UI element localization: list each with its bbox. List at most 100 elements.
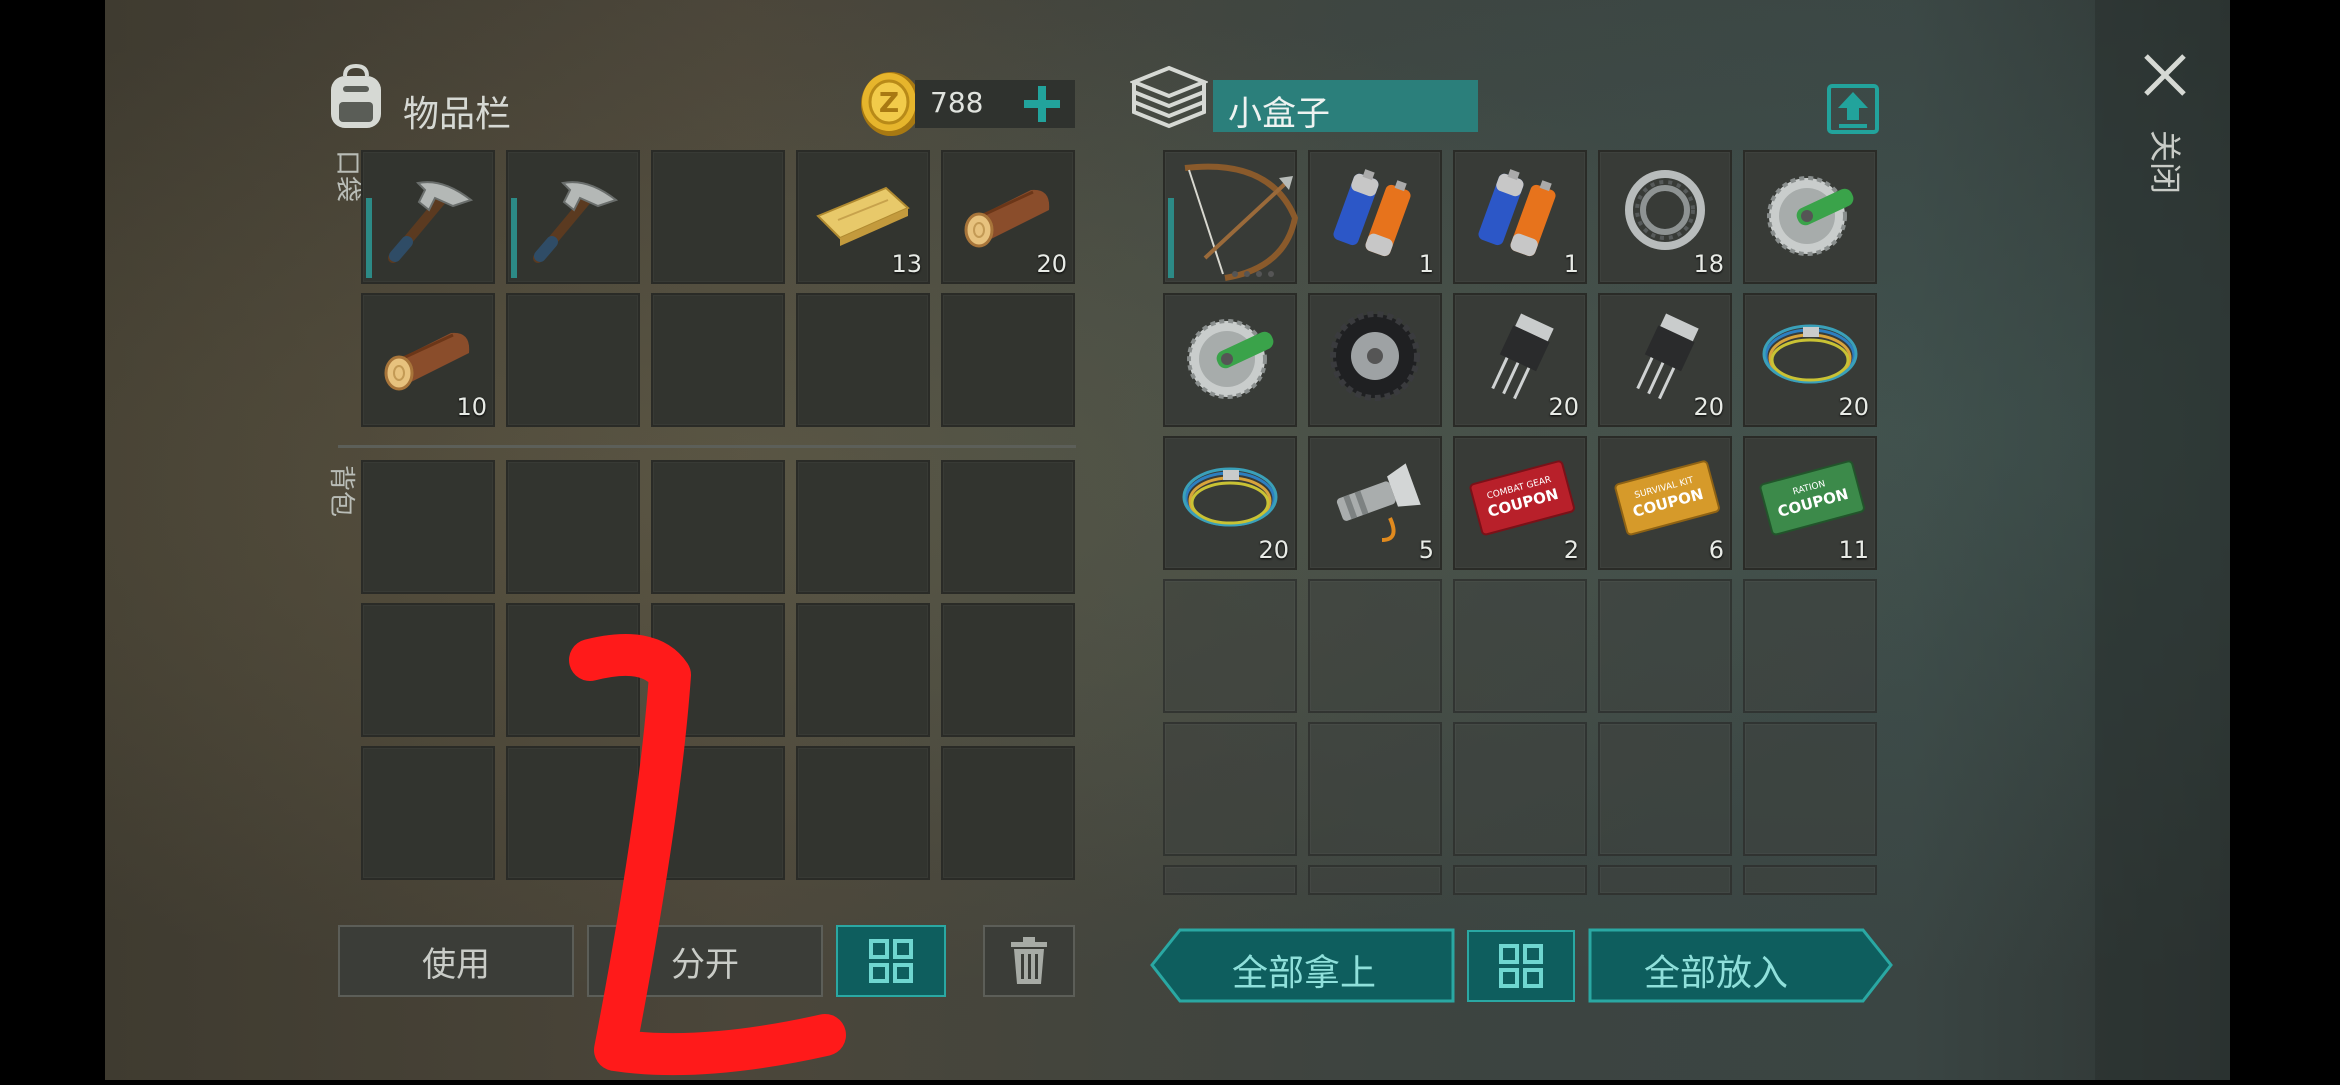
pocket-slot[interactable]: 13: [796, 150, 930, 284]
container-slot[interactable]: 1: [1453, 150, 1587, 284]
item-quantity: 11: [1838, 536, 1869, 564]
pocket-slot[interactable]: 10: [361, 293, 495, 427]
container-slot[interactable]: [1453, 579, 1587, 713]
pocket-slot[interactable]: [796, 293, 930, 427]
backpack-slot[interactable]: [941, 746, 1075, 880]
item-quantity: 2: [1563, 536, 1579, 564]
item-quantity: 6: [1708, 536, 1724, 564]
screen-bezel-right: [2230, 0, 2340, 1080]
container-slot[interactable]: [1308, 579, 1442, 713]
backpack-slot[interactable]: [361, 603, 495, 737]
container-slot[interactable]: 1: [1308, 150, 1442, 284]
pocket-slot[interactable]: 20: [941, 150, 1075, 284]
container-slot[interactable]: COMBAT GEAR COUPON 2: [1453, 436, 1587, 570]
container-slot[interactable]: [1453, 865, 1587, 895]
upload-icon: [1827, 84, 1879, 134]
pocket-slot[interactable]: [941, 293, 1075, 427]
pocket-slot[interactable]: [651, 150, 785, 284]
container-slot[interactable]: [1308, 293, 1442, 427]
backpack-slot[interactable]: [361, 460, 495, 594]
red-annotation-stroke: [569, 634, 846, 1076]
trash-icon: [1011, 937, 1047, 984]
backpack-slot[interactable]: [506, 460, 640, 594]
container-title: 小盒子: [1228, 94, 1330, 134]
backpack-slot[interactable]: [361, 746, 495, 880]
container-slot[interactable]: 20: [1453, 293, 1587, 427]
take-all-label: 全部拿上: [1232, 953, 1377, 994]
close-icon: [2144, 54, 2186, 96]
coin-count: 788: [930, 86, 984, 119]
pocket-slot[interactable]: [651, 293, 785, 427]
saw-blade-icon: [1175, 301, 1285, 415]
durability-bar: [511, 198, 517, 278]
container-slot[interactable]: [1598, 722, 1732, 856]
inventory-title: 物品栏: [403, 94, 512, 135]
close-label-text: 关闭: [2146, 130, 2184, 195]
durability-bar: [1168, 198, 1174, 278]
sort-container-button[interactable]: [1467, 930, 1575, 1002]
plus-icon: [1024, 86, 1060, 122]
backpack-slot[interactable]: [941, 460, 1075, 594]
container-slot[interactable]: [1163, 150, 1300, 287]
container-slot[interactable]: [1163, 579, 1297, 713]
container-slot[interactable]: [1453, 722, 1587, 856]
container-slot[interactable]: [1743, 579, 1877, 713]
pocket-label-text: 口袋: [332, 150, 362, 203]
backpack-slot[interactable]: [651, 460, 785, 594]
pocket-label: 口袋: [326, 150, 362, 202]
container-slot[interactable]: 20: [1163, 436, 1297, 570]
container-slot[interactable]: [1308, 722, 1442, 856]
item-quantity: 18: [1693, 250, 1724, 278]
bow-icon: [1175, 158, 1300, 287]
svg-text:Z: Z: [879, 86, 899, 119]
item-quantity: 10: [456, 393, 487, 421]
divider: [338, 445, 1076, 448]
close-button[interactable]: [2140, 50, 2190, 100]
container-slot[interactable]: [1163, 293, 1297, 427]
item-quantity: 1: [1563, 250, 1579, 278]
battery-icon: [1465, 158, 1575, 272]
pocket-slot[interactable]: [506, 293, 640, 427]
pocket-slot[interactable]: [506, 150, 640, 284]
use-button-label: 使用: [422, 944, 490, 985]
container-slot[interactable]: [1743, 865, 1877, 895]
item-quantity: 1: [1418, 250, 1434, 278]
backpack-label: 背包: [326, 465, 362, 517]
container-slot[interactable]: RATION COUPON 11: [1743, 436, 1877, 570]
put-all-button[interactable]: 全部放入: [1588, 928, 1893, 1003]
container-slot[interactable]: SURVIVAL KIT COUPON 6: [1598, 436, 1732, 570]
put-all-label: 全部放入: [1644, 953, 1789, 994]
backpack-icon: [325, 62, 387, 132]
container-slot[interactable]: [1308, 865, 1442, 895]
take-all-button[interactable]: 全部拿上: [1150, 928, 1455, 1003]
container-slot[interactable]: 20: [1743, 293, 1877, 427]
container-slot[interactable]: 20: [1598, 293, 1732, 427]
container-slot[interactable]: [1163, 865, 1297, 895]
pickaxe-icon: [518, 158, 628, 272]
container-slot[interactable]: [1743, 150, 1877, 284]
backpack-slot[interactable]: [796, 460, 930, 594]
backpack-slot[interactable]: [941, 603, 1075, 737]
container-slot[interactable]: [1743, 722, 1877, 856]
close-label: 关闭: [2145, 130, 2185, 194]
trash-button[interactable]: [983, 925, 1075, 997]
pocket-slot[interactable]: [361, 150, 495, 284]
container-slot[interactable]: [1163, 722, 1297, 856]
screen-bezel-left: [0, 0, 105, 1080]
item-quantity: 20: [1693, 393, 1724, 421]
container-slot[interactable]: [1598, 579, 1732, 713]
box-icon: [1130, 64, 1208, 134]
rename-upload-button[interactable]: [1826, 80, 1880, 136]
tire-icon: [1320, 301, 1430, 415]
container-slot[interactable]: 5: [1308, 436, 1442, 570]
battery-icon: [1320, 158, 1430, 272]
add-coins-button[interactable]: [1018, 80, 1066, 128]
durability-bar: [366, 198, 372, 278]
container-slot[interactable]: 18: [1598, 150, 1732, 284]
container-slot[interactable]: [1598, 865, 1732, 895]
grid-sort-icon: [869, 939, 913, 983]
use-button[interactable]: 使用: [338, 925, 574, 997]
item-quantity: 20: [1838, 393, 1869, 421]
item-quantity: 20: [1036, 250, 1067, 278]
flashlight-icon: [1320, 444, 1430, 558]
